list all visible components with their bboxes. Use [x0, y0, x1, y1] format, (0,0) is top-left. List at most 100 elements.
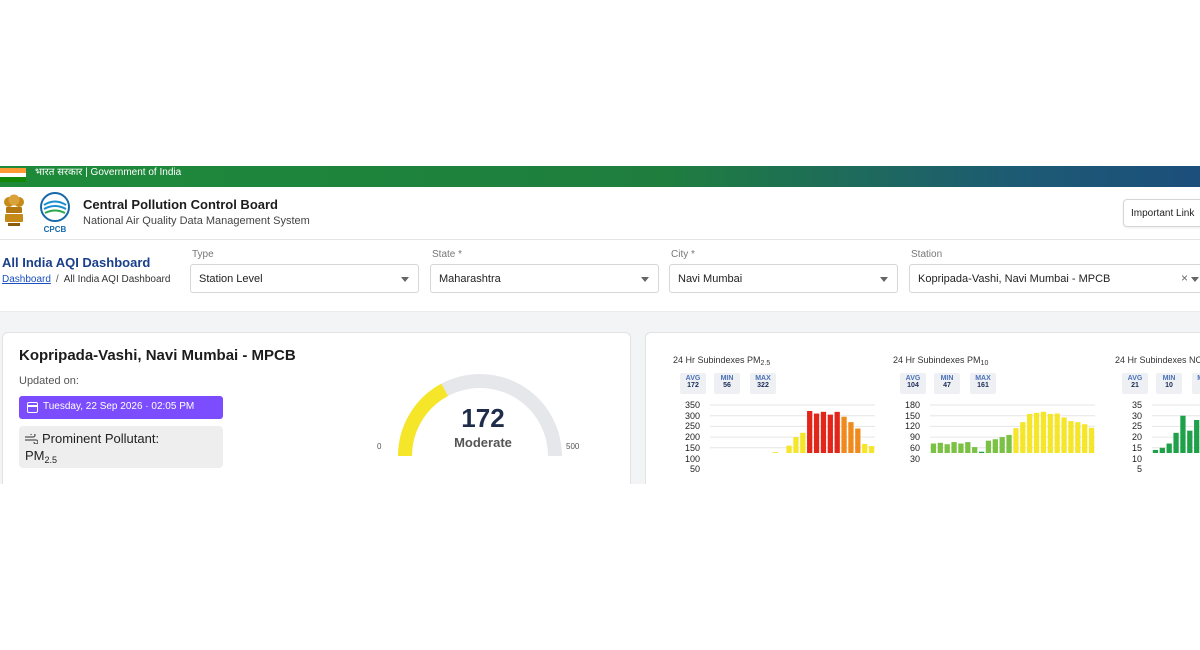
subindex-bar[interactable] — [807, 410, 813, 453]
subindex-bar[interactable] — [848, 422, 854, 453]
subindex-bar[interactable] — [1075, 422, 1081, 453]
y-tick-label: 100 — [684, 453, 700, 464]
subindex-bar[interactable] — [1061, 417, 1067, 453]
y-tick-label: 300 — [684, 410, 700, 421]
chevron-down-icon — [880, 277, 888, 282]
aqi-summary-card: Kopripada-Vashi, Navi Mumbai - MPCB Upda… — [2, 332, 631, 484]
state-select[interactable]: Maharashtra — [430, 264, 659, 293]
cpcb-logo: CPCB — [40, 192, 70, 234]
subindex-bar[interactable] — [868, 446, 875, 453]
subindex-bar[interactable] — [1166, 443, 1172, 453]
india-flag-icon — [0, 168, 26, 182]
city-select[interactable]: Navi Mumbai — [669, 264, 898, 293]
important-link-button[interactable]: Important Link — [1123, 199, 1200, 227]
subindex-bar[interactable] — [1173, 432, 1179, 453]
stat-value: 104 — [907, 382, 919, 389]
chevron-down-icon — [641, 277, 649, 282]
subindex-bar[interactable] — [800, 432, 806, 453]
national-emblem-icon — [4, 194, 24, 226]
prominent-pollutant-value: PM — [25, 448, 45, 463]
subindex-bar[interactable] — [972, 447, 978, 453]
aqi-value: 172 — [461, 403, 505, 433]
government-bar: भारत सरकार | Government of India — [0, 166, 1200, 187]
subindex-chart: 24 Hr Subindexes PM2.5 AVG 172 MIN 56 MAX 322 3… — [673, 333, 875, 484]
breadcrumb-dashboard-link[interactable]: Dashboard — [2, 274, 51, 285]
subindex-bar[interactable] — [965, 442, 971, 453]
breadcrumb: Dashboard / All India AQI Dashboard — [2, 274, 170, 285]
subindex-bar[interactable] — [834, 411, 840, 453]
subindex-bar[interactable] — [827, 414, 833, 453]
clear-icon[interactable]: × — [1181, 271, 1188, 285]
subindex-bar[interactable] — [958, 443, 964, 453]
subindex-bar[interactable] — [951, 442, 957, 453]
subindex-bar[interactable] — [855, 428, 861, 453]
filter-bar: All India AQI Dashboard Dashboard / All In… — [0, 240, 1200, 312]
subindex-bar[interactable] — [1006, 434, 1012, 453]
subindex-bar[interactable] — [786, 445, 792, 453]
subindex-bar[interactable] — [1027, 413, 1033, 453]
station-select[interactable]: Kopripada-Vashi, Navi Mumbai - MPCB × — [909, 264, 1200, 293]
subindex-bar[interactable] — [1082, 424, 1088, 453]
subindex-bar[interactable] — [772, 452, 778, 453]
y-tick-label: 20 — [1131, 432, 1142, 443]
stat-label: AVG — [1127, 375, 1143, 382]
y-tick-label: 30 — [1131, 410, 1142, 421]
subindex-bar[interactable] — [1159, 447, 1165, 453]
subindex-bar[interactable] — [813, 413, 820, 453]
subindex-bar[interactable] — [937, 442, 943, 453]
subindex-bar-plot — [930, 404, 1095, 453]
subindex-chart: 24 Hr Subindexes PM10 AVG 104 MIN 47 MAX 161 18… — [893, 333, 1095, 484]
site-header: CPCB Central Pollution Control Board Nat… — [0, 187, 1200, 240]
subindex-chart: 24 Hr Subindexes NOAVG21MIN10MAX33530252… — [1115, 333, 1200, 484]
subindex-bar[interactable] — [1013, 428, 1019, 453]
page-title: All India AQI Dashboard — [2, 255, 151, 270]
y-tick-label: 60 — [909, 442, 920, 453]
type-value: Station Level — [199, 273, 263, 285]
y-tick-label: 5 — [1136, 464, 1142, 475]
subindex-bar[interactable] — [820, 411, 827, 453]
gauge-min-label: 0 — [377, 442, 382, 451]
station-value: Kopripada-Vashi, Navi Mumbai - MPCB — [918, 273, 1111, 285]
subindex-bar[interactable] — [944, 444, 950, 453]
subindex-bar[interactable] — [1152, 449, 1159, 453]
y-tick-label: 25 — [1131, 421, 1142, 432]
stat-avg: AVG 21 — [1122, 373, 1148, 394]
subindex-bar[interactable] — [1088, 427, 1095, 453]
subindex-bar[interactable] — [1040, 411, 1047, 453]
updated-label: Updated on: — [19, 375, 79, 387]
subindex-bar[interactable] — [1047, 413, 1053, 453]
state-label: State * — [432, 249, 463, 260]
subindex-bar[interactable] — [985, 440, 992, 453]
subindex-bar[interactable] — [1033, 412, 1040, 453]
site-subtitle: National Air Quality Data Management Sys… — [83, 215, 310, 227]
subindex-bar[interactable] — [992, 439, 998, 453]
station-label: Station — [911, 249, 943, 260]
y-tick-label: 15 — [1131, 442, 1142, 453]
subindex-bar[interactable] — [862, 443, 868, 453]
y-tick-label: 120 — [904, 421, 920, 432]
breadcrumb-separator: / — [55, 274, 59, 285]
subindex-bar[interactable] — [1054, 413, 1060, 453]
chevron-down-icon — [401, 277, 409, 282]
y-tick-label: 150 — [904, 410, 920, 421]
type-select[interactable]: Station Level — [190, 264, 419, 293]
prominent-pollutant-subscript: 2.5 — [44, 455, 58, 465]
subindex-bar[interactable] — [1194, 419, 1200, 453]
subindex-bar[interactable] — [1020, 422, 1026, 453]
app-screen: भारत सरकार | Government of India CPCB Ce… — [0, 166, 1200, 484]
updated-date-chip: Tuesday, 22 Sep 2026 · 02:05 PM — [19, 396, 223, 419]
subindex-charts-card: 24 Hr Subindexes PM2.5 AVG 172 MIN 56 MAX 322 3… — [645, 332, 1200, 484]
subindex-bar[interactable] — [999, 437, 1005, 453]
subindex-bar[interactable] — [793, 437, 799, 453]
subindex-bar[interactable] — [1068, 421, 1074, 453]
subindex-bar[interactable] — [1180, 415, 1186, 453]
subindex-bar[interactable] — [841, 416, 847, 453]
subindex-bar-plot — [1152, 404, 1200, 453]
calendar-icon — [27, 402, 38, 413]
subindex-bar[interactable] — [978, 451, 985, 453]
logo-text: CPCB — [44, 225, 67, 234]
subindex-bar[interactable] — [1187, 430, 1193, 453]
station-name: Kopripada-Vashi, Navi Mumbai - MPCB — [19, 347, 296, 364]
subindex-bar[interactable] — [930, 443, 937, 453]
stat-avg: AVG 104 — [900, 373, 926, 394]
